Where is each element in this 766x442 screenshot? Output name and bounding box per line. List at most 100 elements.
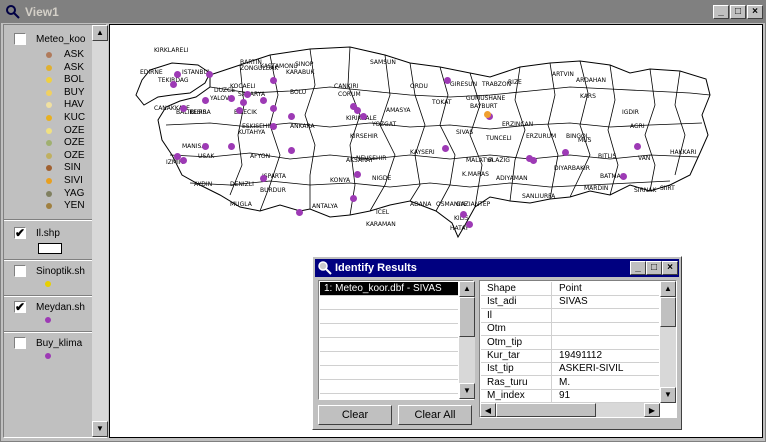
class-label: ASK [64, 61, 85, 73]
province-label: TOKAT [432, 99, 452, 106]
view-title-bar[interactable]: View1 _ □ × [1, 1, 766, 23]
station-point[interactable] [174, 71, 181, 78]
scroll-down-button[interactable]: ▼ [660, 387, 676, 403]
station-point[interactable] [288, 113, 295, 120]
station-point[interactable] [620, 173, 627, 180]
attribute-value: M. [559, 376, 571, 388]
list-item[interactable]: 1: Meteo_koor.dbf - SIVAS [320, 282, 458, 296]
attribute-row: Shape Point [481, 282, 659, 296]
station-point[interactable] [354, 171, 361, 178]
station-point[interactable] [444, 77, 451, 84]
station-point[interactable] [244, 91, 251, 98]
list-scrollbar[interactable]: ▲ ▼ [459, 281, 475, 399]
point-symbol [45, 317, 51, 323]
layer-buy-klima[interactable]: Buy_klima [4, 335, 92, 367]
station-point[interactable] [634, 143, 641, 150]
scroll-right-button[interactable]: ▶ [644, 403, 660, 417]
layer-checkbox[interactable]: ✔ [14, 301, 26, 313]
clear-all-button[interactable]: Clear All [398, 405, 472, 425]
station-point[interactable] [360, 113, 367, 120]
station-point[interactable] [562, 149, 569, 156]
class-label: YAG [64, 187, 85, 199]
column-separator [551, 389, 552, 404]
layer-checkbox[interactable]: ✔ [14, 227, 26, 239]
minimize-button[interactable]: _ [713, 5, 729, 19]
view-window: View1 _ □ × Meteo_koo ASK ASK BOL BUY HAV KUC… [0, 0, 766, 442]
identify-minimize-button[interactable]: _ [630, 261, 646, 275]
station-point[interactable] [460, 211, 467, 218]
station-point[interactable] [270, 77, 277, 84]
station-point[interactable] [288, 147, 295, 154]
scroll-down-button[interactable]: ▼ [92, 421, 108, 437]
station-point[interactable] [466, 221, 473, 228]
list-row-empty [320, 324, 458, 338]
scroll-thumb[interactable] [496, 403, 596, 417]
province-label: ESKISEHIR [242, 123, 274, 130]
station-point[interactable] [180, 105, 187, 112]
identify-icon [318, 261, 332, 275]
station-point[interactable] [296, 209, 303, 216]
table-of-contents: Meteo_koo ASK ASK BOL BUY HAV KUC OZE OZE OZE SIN… [3, 24, 108, 438]
scroll-left-button[interactable]: ◀ [480, 403, 496, 417]
class-label: SIVI [64, 175, 83, 186]
scroll-up-button[interactable]: ▲ [92, 25, 108, 41]
attribute-value: Point [559, 283, 582, 294]
attribute-row: Ras_turu M. [481, 375, 659, 390]
class-label: YEN [64, 200, 85, 212]
scroll-thumb[interactable] [459, 297, 475, 337]
province-label: KIRSEHIR [350, 133, 378, 140]
province-label: KIRKLARELI [154, 47, 189, 54]
attribute-row: Otm_tip [481, 335, 659, 350]
scroll-up-button[interactable]: ▲ [459, 281, 475, 297]
attribute-row: Kur_tar 19491112 [481, 349, 659, 363]
identify-feature-list[interactable]: 1: Meteo_koor.dbf - SIVAS ▲ ▼ [318, 280, 475, 400]
scroll-up-button[interactable]: ▲ [660, 281, 676, 297]
attr-vscrollbar[interactable]: ▲ ▼ [660, 281, 676, 403]
list-row-empty [320, 296, 458, 310]
layer-meteo[interactable]: Meteo_koo ASK ASK BOL BUY HAV KUC OZE OZE OZE SIN… [4, 29, 92, 219]
station-point[interactable] [270, 105, 277, 112]
identify-title-bar[interactable]: Identify Results _ □ × [315, 259, 679, 277]
station-point[interactable] [530, 157, 537, 164]
station-point[interactable] [260, 175, 267, 182]
station-point[interactable] [170, 81, 177, 88]
layer-il[interactable]: ✔ Il.shp [4, 223, 92, 259]
province-label: ARTVIN [552, 71, 574, 78]
selected-station-point[interactable] [484, 111, 491, 118]
station-point[interactable] [442, 145, 449, 152]
attribute-key: Otm_tip [487, 336, 523, 348]
station-point[interactable] [260, 97, 267, 104]
identify-close-button[interactable]: × [662, 261, 678, 275]
station-point[interactable] [180, 157, 187, 164]
maximize-button[interactable]: □ [730, 5, 746, 19]
layer-sinoptik[interactable]: Sinoptik.sh [4, 263, 92, 295]
station-point[interactable] [354, 107, 361, 114]
province-label: YOZGAT [372, 121, 397, 128]
station-point[interactable] [206, 71, 213, 78]
attr-hscrollbar[interactable]: ◀ ▶ [480, 403, 660, 417]
identify-maximize-button[interactable]: □ [646, 261, 662, 275]
toc-scrollbar[interactable]: ▲ ▼ [92, 25, 108, 437]
station-point[interactable] [202, 143, 209, 150]
station-point[interactable] [350, 195, 357, 202]
close-button[interactable]: × [747, 5, 763, 19]
station-point[interactable] [228, 95, 235, 102]
layer-checkbox[interactable] [14, 33, 26, 45]
toc-divider [4, 295, 92, 297]
station-point[interactable] [228, 143, 235, 150]
layer-meydan[interactable]: ✔ Meydan.sh [4, 299, 92, 331]
province-label: SIRNAK [634, 187, 657, 194]
magnifier-icon [6, 5, 20, 19]
province-label: CANKIRI [334, 83, 359, 90]
station-point[interactable] [270, 123, 277, 130]
class-label: OZE [64, 137, 85, 149]
station-point[interactable] [202, 97, 209, 104]
layer-checkbox[interactable] [14, 337, 26, 349]
layer-checkbox[interactable] [14, 265, 26, 277]
clear-button[interactable]: Clear [318, 405, 392, 425]
scroll-down-button[interactable]: ▼ [459, 383, 475, 399]
scroll-thumb[interactable] [660, 297, 676, 327]
station-point[interactable] [236, 107, 243, 114]
province-label: MALATYA [466, 157, 494, 164]
station-point[interactable] [240, 99, 247, 106]
